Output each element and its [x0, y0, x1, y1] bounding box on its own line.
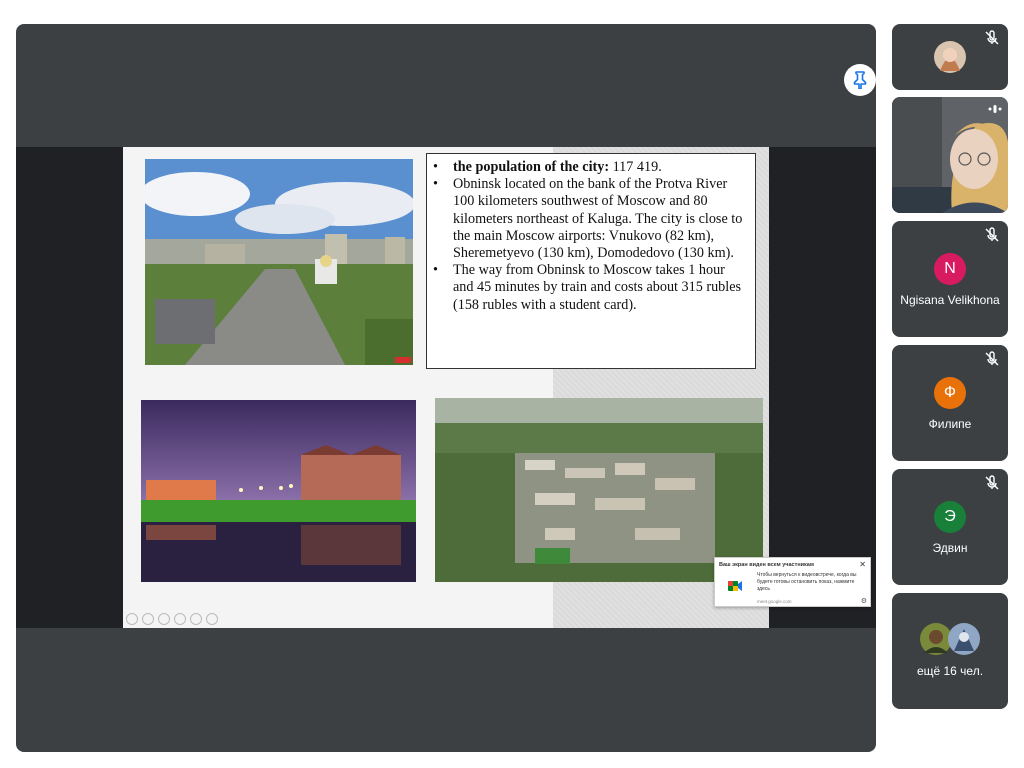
avatar: [934, 41, 966, 73]
participant-tile[interactable]: Ф Филипе: [892, 345, 1008, 461]
notice-body: Чтобы вернуться к видеовстрече, когда вы…: [757, 572, 857, 592]
notice-url: meet.google.com: [757, 599, 792, 604]
close-icon[interactable]: ✕: [859, 560, 866, 569]
participant-name: Ngisana Velikhona: [900, 293, 1000, 307]
mic-off-icon: [985, 475, 999, 490]
speaking-indicator-icon: [988, 105, 1002, 113]
slide-photo-aerial-city: [435, 398, 763, 582]
slide-nav-controls[interactable]: [126, 613, 218, 625]
avatar: Э: [934, 501, 966, 533]
participant-video: [892, 97, 1008, 213]
slide-bullet: Obninsk located on the bank of the Protv…: [433, 176, 747, 262]
more-participants-label: ещё 16 чел.: [916, 664, 984, 678]
presentation-slide: the population of the city: 117 419. Obn…: [123, 147, 769, 628]
shared-screen: the population of the city: 117 419. Obn…: [16, 147, 876, 628]
slide-photo-night-river: [141, 400, 416, 582]
screen-share-notice[interactable]: Ваш экран виден всем участникам ✕ Чтобы …: [714, 557, 871, 607]
google-meet-icon: [728, 581, 742, 591]
gear-icon[interactable]: ⚙: [861, 597, 867, 605]
notice-title: Ваш экран виден всем участникам: [719, 562, 814, 568]
avatar: [948, 623, 980, 655]
pin-button[interactable]: [844, 64, 876, 96]
participant-video-tile[interactable]: [892, 97, 1008, 213]
slide-bullet: the population of the city: 117 419.: [433, 159, 747, 176]
slide-photo-city-street: [145, 159, 413, 365]
mic-off-icon: [985, 351, 999, 366]
participant-tile[interactable]: [892, 24, 1008, 90]
participant-tile[interactable]: Э Эдвин: [892, 469, 1008, 585]
slide-bullet: The way from Obninsk to Moscow takes 1 h…: [433, 262, 747, 314]
slide-text-box: the population of the city: 117 419. Obn…: [426, 153, 756, 369]
mic-off-icon: [985, 30, 999, 45]
participant-name: Филипе: [928, 417, 972, 431]
more-participants-tile[interactable]: ещё 16 чел.: [892, 593, 1008, 709]
avatar: N: [934, 253, 966, 285]
main-stage: the population of the city: 117 419. Obn…: [16, 24, 876, 752]
avatar: Ф: [934, 377, 966, 409]
pin-icon: [853, 71, 867, 89]
participant-tile[interactable]: N Ngisana Velikhona: [892, 221, 1008, 337]
participant-name: Эдвин: [932, 541, 968, 555]
mic-off-icon: [985, 227, 999, 242]
